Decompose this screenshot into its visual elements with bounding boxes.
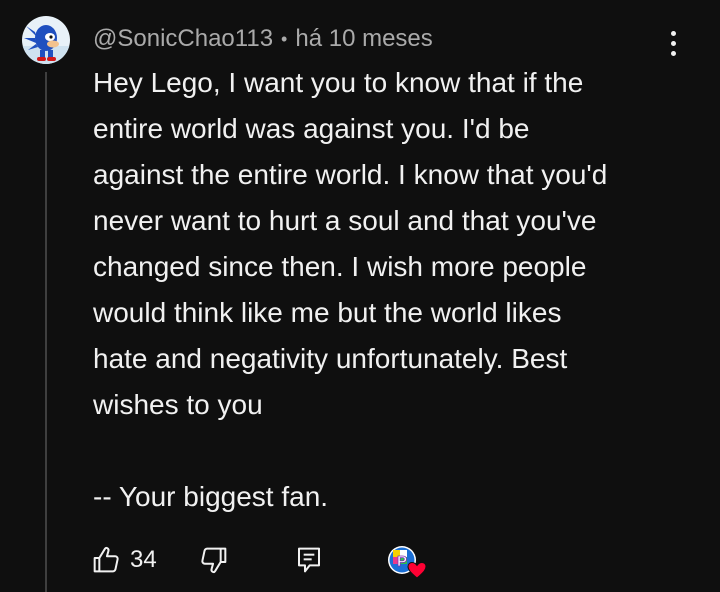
author-name[interactable]: @SonicChao113 [93, 25, 273, 53]
more-options-button[interactable] [658, 26, 688, 60]
like-button[interactable]: 34 [90, 538, 157, 582]
comment-header: @SonicChao113 • há 10 meses [93, 24, 433, 54]
comment-text: Hey Lego, I want you to know that if the… [93, 60, 683, 520]
dislike-button[interactable] [198, 538, 230, 582]
comment-signature: -- Your biggest fan. [93, 481, 329, 512]
thumbs-down-icon [201, 547, 227, 574]
comment-line: hate and negativity unfortunately. Best [93, 343, 568, 374]
comment-line: changed since then. I wish more people [93, 251, 587, 282]
avatar-image [22, 16, 70, 64]
creator-heart: P [387, 544, 427, 580]
reply-button[interactable] [293, 538, 325, 582]
thumbs-up-icon [93, 546, 119, 573]
more-vertical-icon [670, 30, 676, 36]
like-count: 34 [130, 546, 157, 573]
avatar[interactable] [22, 16, 70, 64]
comment-line: entire world was against you. I'd be [93, 113, 530, 144]
reply-icon [298, 547, 320, 573]
creator-heart-icon: P [388, 546, 427, 579]
comment-actions: 34 P [90, 538, 690, 582]
thread-line [45, 72, 47, 592]
comment-line: against the entire world. I know that yo… [93, 159, 608, 190]
comment-timestamp[interactable]: há 10 meses [295, 25, 432, 53]
comment-line: would think like me but the world likes [93, 297, 562, 328]
meta-separator: • [281, 28, 288, 49]
comment-line: wishes to you [93, 389, 263, 420]
comment-line: never want to hurt a soul and that you'v… [93, 205, 597, 236]
svg-text:P: P [397, 553, 407, 570]
comment-line: Hey Lego, I want you to know that if the [93, 67, 584, 98]
